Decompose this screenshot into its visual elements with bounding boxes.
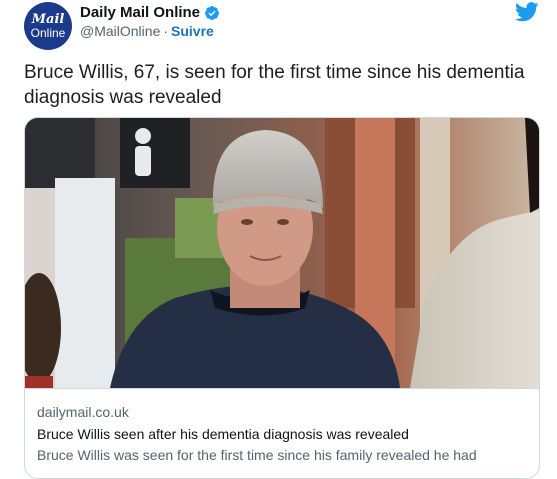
link-card[interactable]: dailymail.co.uk Bruce Willis seen after … <box>24 117 540 479</box>
tweet-text: Bruce Willis, 67, is seen for the first … <box>24 62 525 108</box>
twitter-bird-icon[interactable] <box>515 2 539 22</box>
author-handle-row: @MailOnline · Suivre <box>80 23 214 39</box>
avatar-wordmark-line1: Mail <box>31 11 65 27</box>
verified-badge-icon <box>205 5 220 20</box>
avatar[interactable]: Mail Online <box>24 2 72 50</box>
card-photo[interactable] <box>25 118 539 388</box>
author-name-row: Daily Mail Online <box>80 4 220 21</box>
avatar-wordmark-line2: Online <box>30 25 66 40</box>
follow-button[interactable]: Suivre <box>171 23 214 39</box>
author-display-name[interactable]: Daily Mail Online <box>80 4 200 21</box>
card-title: Bruce Willis seen after his dementia dia… <box>37 426 409 442</box>
card-description: Bruce Willis was seen for the first time… <box>37 447 477 463</box>
card-meta[interactable]: dailymail.co.uk Bruce Willis seen after … <box>25 388 539 463</box>
tweet: Mail Online Daily Mail Online @MailOnlin… <box>0 0 557 479</box>
author-handle[interactable]: @MailOnline <box>80 23 160 39</box>
card-domain: dailymail.co.uk <box>37 404 129 420</box>
separator-dot: · <box>163 23 169 39</box>
